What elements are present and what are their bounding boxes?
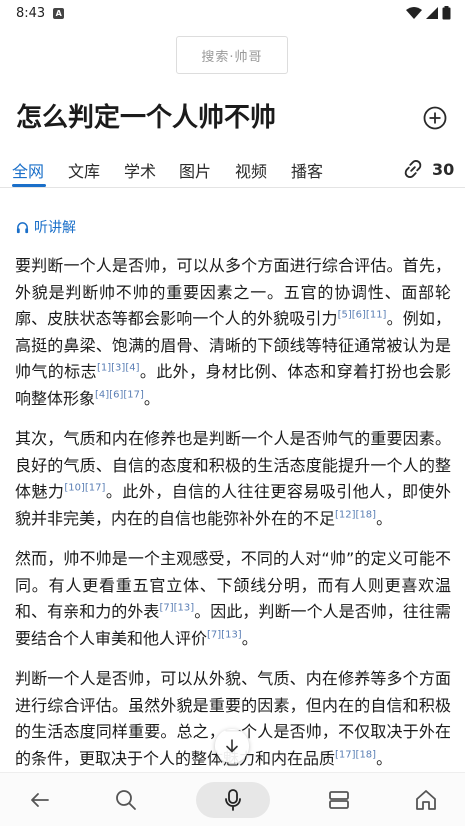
links-button[interactable]: 30 bbox=[402, 158, 454, 180]
answer-paragraph: 要判断一个人是否帅，可以从多个方面进行综合评估。首先，外貌是判断帅不帅的重要因素… bbox=[15, 253, 451, 412]
links-count: 30 bbox=[432, 159, 455, 179]
tab-active-indicator bbox=[12, 184, 46, 187]
answer-content: 要判断一个人是否帅，可以从多个方面进行综合评估。首先，外貌是判断帅不帅的重要因素… bbox=[15, 253, 451, 769]
tab-images[interactable]: 图片 bbox=[179, 158, 211, 182]
tab-videos[interactable]: 视频 bbox=[235, 158, 267, 182]
status-icons bbox=[406, 6, 451, 20]
signal-icon bbox=[426, 7, 438, 19]
citation-link[interactable]: [12][18] bbox=[335, 509, 376, 520]
tabs-icon[interactable] bbox=[326, 787, 352, 813]
tab-bar: 全网 文库 学术 图片 视频 播客 30 bbox=[0, 152, 465, 188]
answer-paragraph: 然而，帅不帅是一个主观感受，不同的人对“帅”的定义可能不同。有人更看重五官立体、… bbox=[15, 546, 451, 652]
citation-link[interactable]: [10][17] bbox=[64, 483, 105, 494]
notification-icon: A bbox=[53, 7, 65, 19]
paragraph-text: 。 bbox=[241, 628, 258, 648]
citation-link[interactable]: [7][13] bbox=[207, 629, 242, 640]
add-icon[interactable] bbox=[423, 106, 447, 130]
headphones-icon bbox=[16, 221, 29, 233]
tab-library[interactable]: 文库 bbox=[68, 158, 100, 182]
citation-link[interactable]: [17][18] bbox=[335, 749, 376, 760]
status-bar: 8:43 A bbox=[0, 0, 465, 26]
app-logo: 搜索·帅哥 bbox=[176, 36, 288, 74]
status-left: 8:43 A bbox=[16, 5, 65, 21]
tab-academic[interactable]: 学术 bbox=[124, 158, 156, 182]
paragraph-text: 。 bbox=[376, 508, 393, 528]
scroll-down-button[interactable] bbox=[215, 729, 249, 763]
search-icon[interactable] bbox=[113, 787, 139, 813]
tab-podcasts[interactable]: 播客 bbox=[291, 158, 323, 182]
back-icon[interactable] bbox=[27, 787, 53, 813]
paragraph-text: 。 bbox=[376, 748, 393, 768]
battery-icon bbox=[442, 6, 451, 20]
home-icon[interactable] bbox=[413, 787, 439, 813]
citation-link[interactable]: [4][6][17] bbox=[95, 389, 144, 400]
answer-paragraph: 其次，气质和内在修养也是判断一个人是否帅气的重要因素。良好的气质、自信的态度和积… bbox=[15, 426, 451, 532]
listen-label: 听讲解 bbox=[34, 220, 76, 236]
citation-link[interactable]: [7][13] bbox=[159, 603, 194, 614]
status-time: 8:43 bbox=[16, 5, 46, 21]
paragraph-text: 。 bbox=[143, 388, 160, 408]
citation-link[interactable]: [5][6][11] bbox=[338, 310, 387, 321]
logo-text: 搜索·帅哥 bbox=[201, 49, 263, 65]
listen-button[interactable]: 听讲解 bbox=[16, 217, 76, 237]
link-icon bbox=[404, 160, 422, 178]
tab-all[interactable]: 全网 bbox=[12, 158, 44, 182]
microphone-icon bbox=[225, 789, 241, 811]
bottom-nav bbox=[0, 772, 465, 826]
wifi-icon bbox=[406, 7, 422, 19]
voice-button[interactable] bbox=[196, 782, 270, 818]
citation-link[interactable]: [1][3][4] bbox=[97, 363, 140, 374]
arrow-down-icon bbox=[226, 739, 238, 753]
page-title: 怎么判定一个人帅不帅 bbox=[16, 103, 277, 133]
